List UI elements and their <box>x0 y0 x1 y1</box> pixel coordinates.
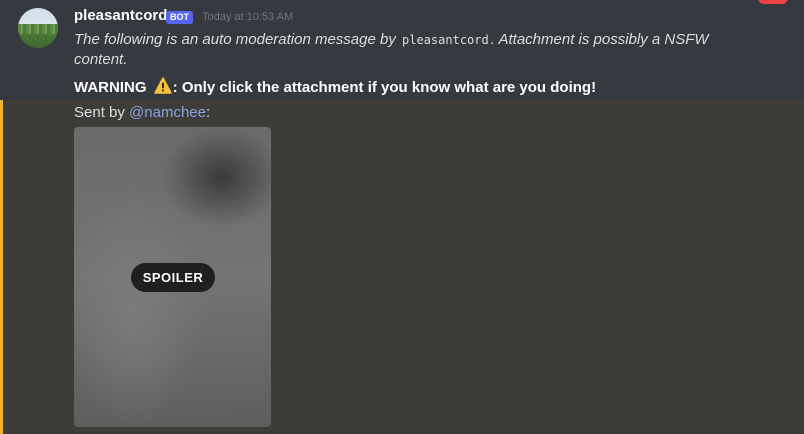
sent-by-label: Sent by <box>74 104 130 121</box>
user-mention[interactable]: @namchee <box>129 104 206 121</box>
message-text-prefix: The following is an auto moderation mess… <box>74 31 401 48</box>
sent-by-line: Sent by @namchee: <box>74 104 210 121</box>
inline-code: pleasantcord <box>402 33 489 47</box>
warning-label: WARNING <box>74 79 147 96</box>
warning-line: WARNING : Only click the attachment if y… <box>74 77 596 96</box>
spoiler-attachment[interactable]: SPOILER <box>74 127 271 427</box>
highlight-accent-bar <box>0 100 3 434</box>
sent-by-suffix: : <box>205 104 211 121</box>
avatar[interactable] <box>18 8 58 48</box>
notification-badge[interactable] <box>758 0 788 4</box>
bot-badge: BOT <box>166 11 193 24</box>
message-body: The following is an auto moderation mess… <box>74 30 724 70</box>
warning-text: : Only click the attachment if you know … <box>172 79 597 96</box>
warning-icon <box>153 77 172 94</box>
avatar-image <box>18 24 58 34</box>
spoiler-label[interactable]: SPOILER <box>131 263 215 292</box>
message-timestamp[interactable]: Today at 10:53 AM <box>202 11 293 23</box>
author-name[interactable]: pleasantcord <box>74 7 167 24</box>
